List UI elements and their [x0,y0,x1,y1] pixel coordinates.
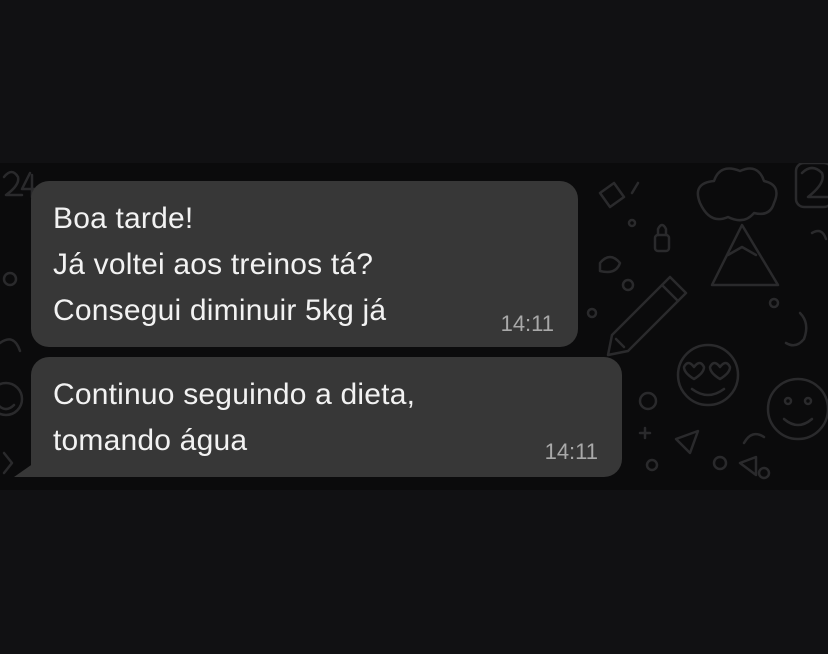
message-text-line: Continuo seguindo a dieta, [53,378,416,411]
message-text-line: tomando água [53,424,248,457]
heart-eyes-icon [676,343,740,407]
smiley-icon [0,381,24,417]
arrow-icon [674,429,700,455]
message-timestamp: 14:11 [544,439,598,464]
message-timestamp: 14:11 [500,311,554,336]
message-text-line: Consegui diminuir 5kg já [53,294,387,327]
message-bubble[interactable]: Boa tarde! Já voltei aos treinos tá? Con… [31,181,578,347]
message-bubble[interactable]: Continuo seguindo a dieta, tomando água … [31,357,622,477]
message-text-line: Boa tarde! [53,202,194,235]
smiley-icon [766,377,828,441]
pencil-icon [606,275,688,357]
cloud-icon [696,167,778,222]
mountain-icon [710,223,780,287]
lock-icon [653,223,671,253]
circle-icon [2,271,18,287]
message-text-line: Já voltei aos treinos tá? [53,248,374,281]
chat-area: Boa tarde! Já voltei aos treinos tá? Con… [0,163,828,490]
number-2-icon [794,163,828,209]
